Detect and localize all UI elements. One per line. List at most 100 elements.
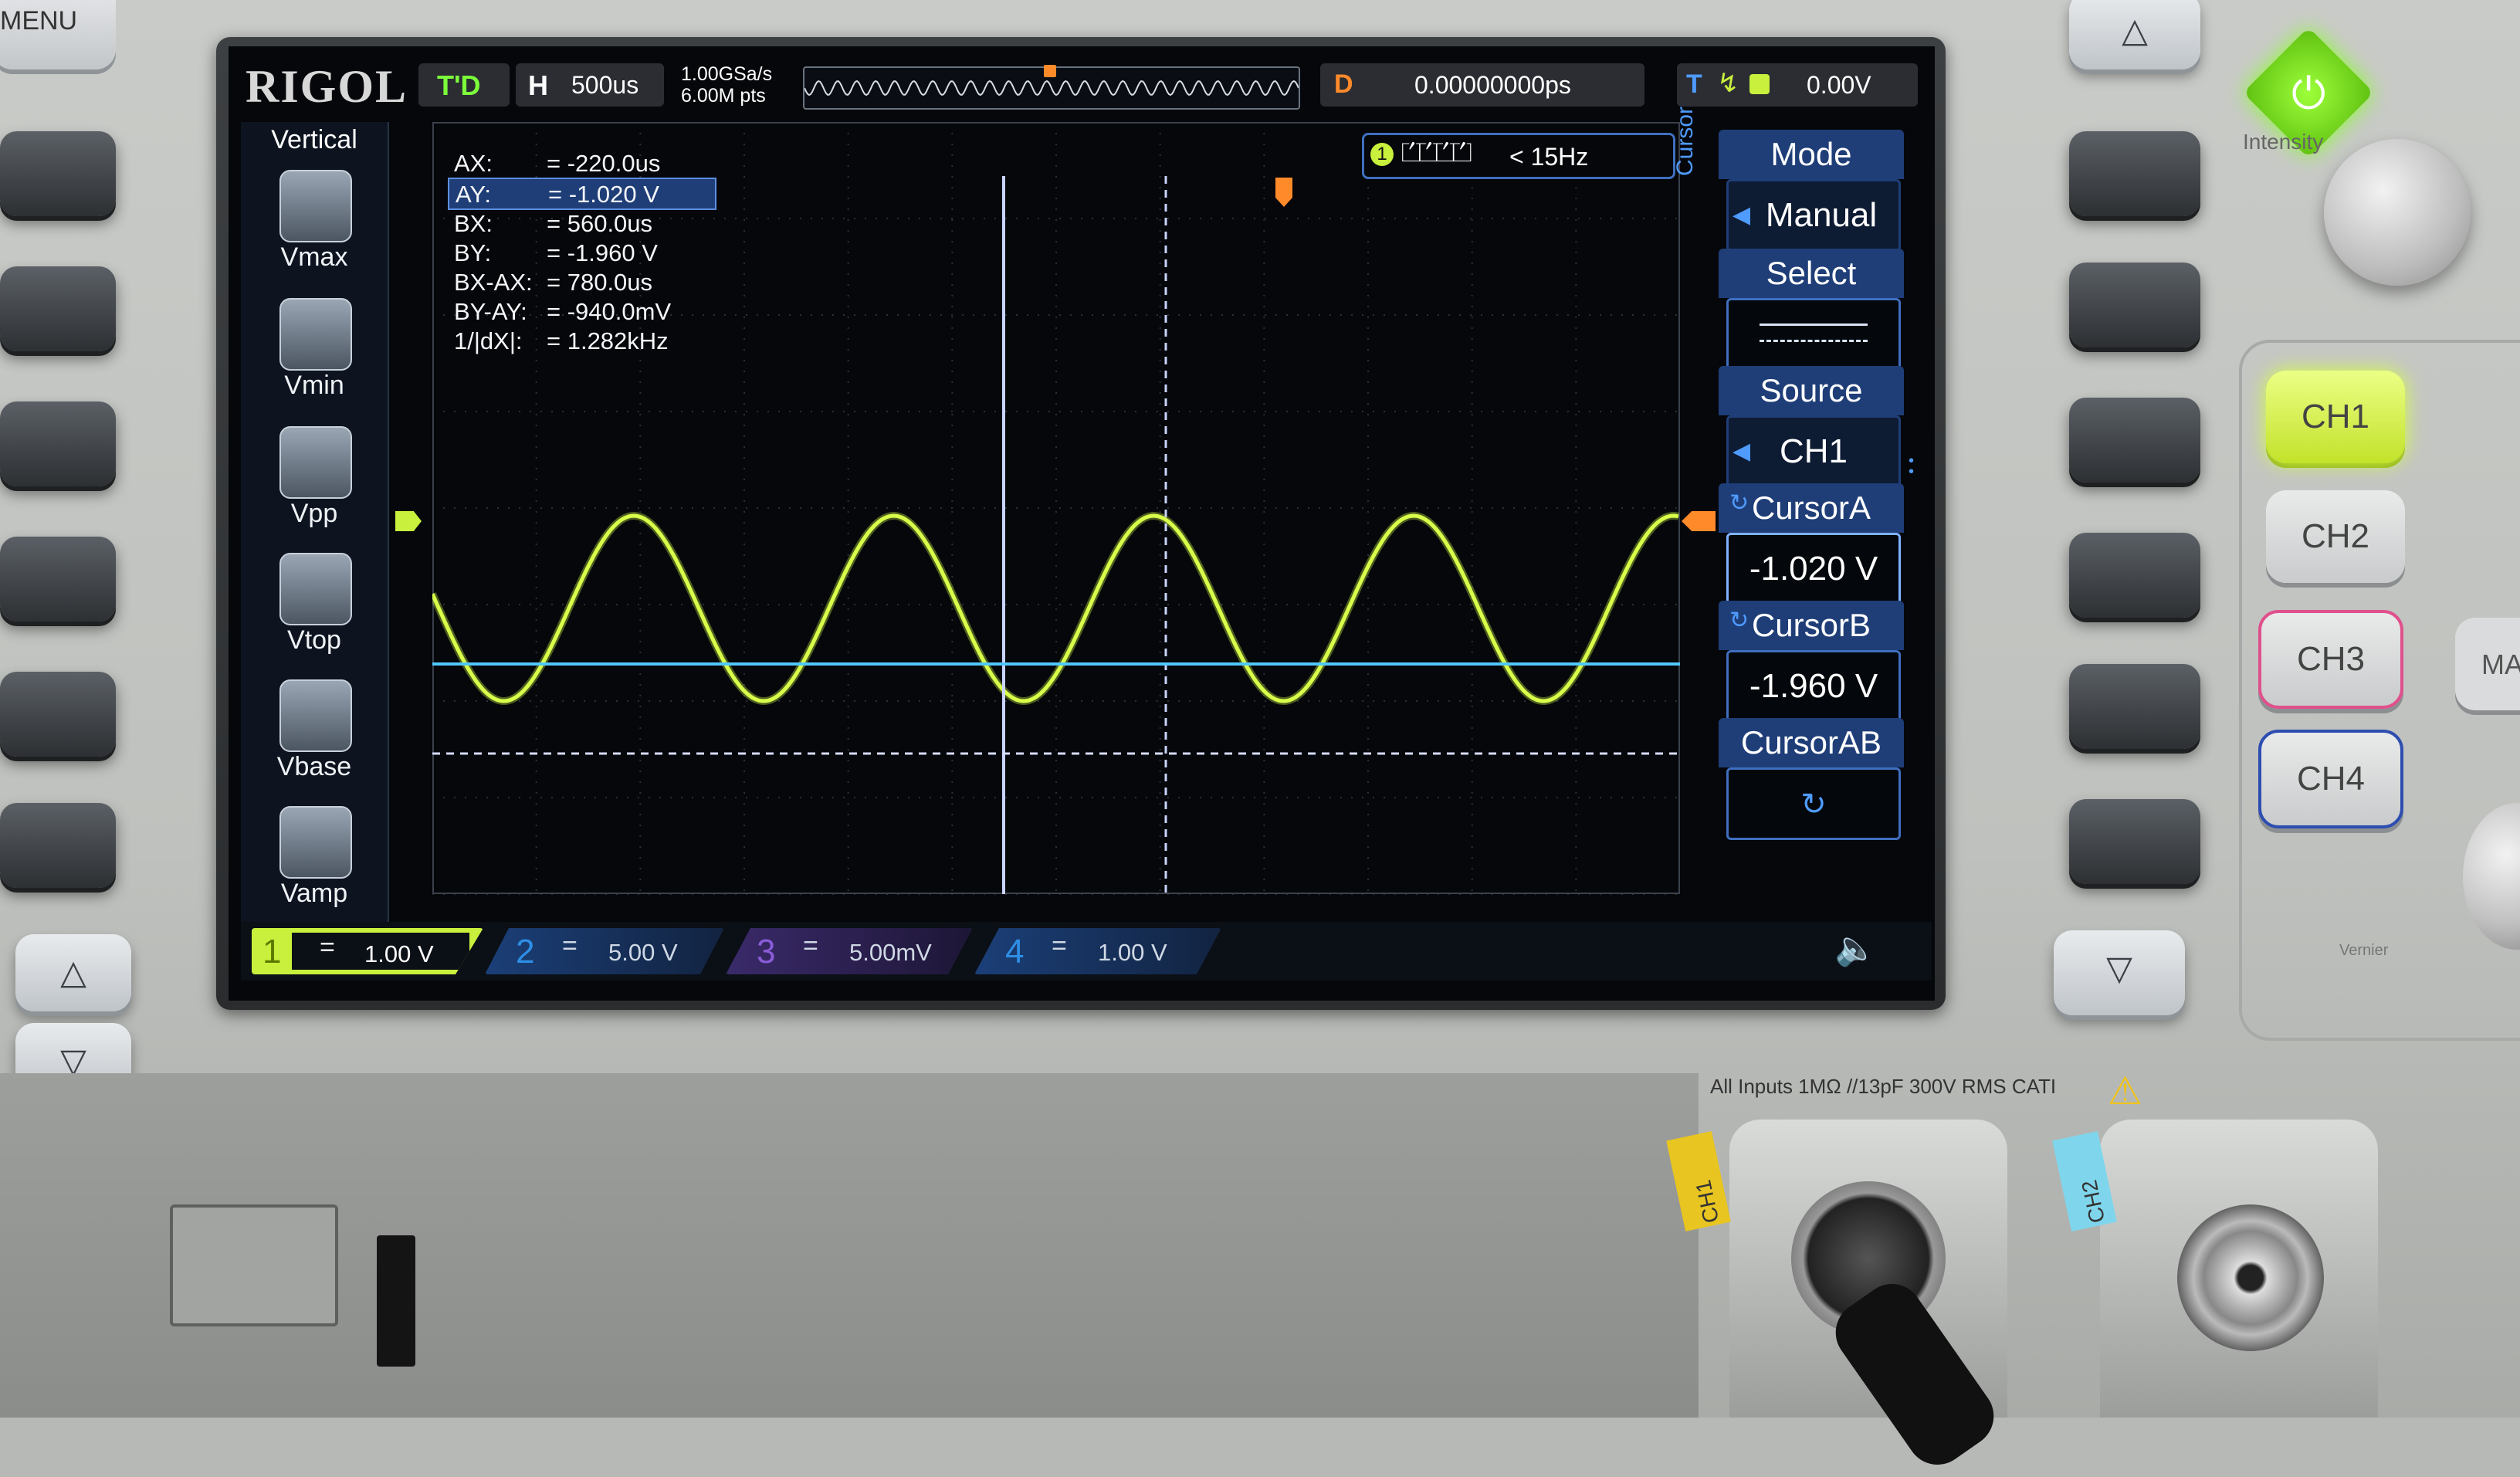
right-softkey-5[interactable] (2069, 664, 2200, 749)
vertical-menu: Vertical Vmax Vmin Vpp Vtop Vbase Vamp (241, 122, 389, 940)
menu-label: MENU (0, 6, 78, 36)
readout-row-bx-ax: BX-AX: = 780.0us (454, 269, 653, 296)
mode-menu-item[interactable]: Mode ◀ Manual (1719, 130, 1904, 252)
freq-channel-icon: 1 (1370, 143, 1394, 166)
ch2-bnc-connector[interactable] (2177, 1204, 2324, 1351)
menu-scroll-indicator: • • (1909, 452, 1915, 480)
ch3-button[interactable]: CH3 (2258, 610, 2403, 709)
cursor-ab-menu-item[interactable]: CursorAB ↻ (1719, 718, 1904, 840)
sample-rate: 1.00GSa/s (681, 63, 773, 85)
vamp-icon (279, 806, 352, 879)
ch2-label: CH2 (2301, 517, 2370, 555)
trigger-indicator: T ↯ 0.00V (1677, 63, 1918, 107)
left-up-button[interactable]: △ (15, 934, 131, 1011)
select-title: Select (1719, 249, 1904, 298)
oscilloscope-screen: RIGOL T'D H 500us 1.00GSa/s 6.00M pts D … (229, 46, 1935, 1001)
left-softkey-6[interactable] (0, 803, 116, 888)
right-softkey-1[interactable] (2069, 131, 2200, 216)
source-title: Source (1719, 366, 1904, 415)
rotate-knob-icon: ↻ (1729, 608, 1749, 633)
cursor-ab-title: CursorAB (1719, 718, 1904, 767)
measure-vtop[interactable]: Vtop (249, 548, 380, 672)
vmin-icon (279, 298, 352, 371)
memory-depth: 6.00M pts (681, 85, 766, 107)
rotate-knob-icon: ↻ (1729, 490, 1749, 516)
left-softkey-4[interactable] (0, 537, 116, 622)
timebase-indicator: H 500us (516, 63, 664, 107)
delay-indicator: D 0.00000000ps (1320, 63, 1644, 107)
cursor-a-value[interactable]: ↻ -1.020 V (1726, 490, 1901, 605)
measure-vmax[interactable]: Vmax (249, 165, 380, 289)
cursor-b-menu-item[interactable]: CursorB ↻ -1.960 V (1719, 601, 1904, 723)
measure-vmin[interactable]: Vmin (249, 293, 380, 417)
run-state-badge: T'D (418, 63, 510, 107)
math-button-partial[interactable]: MA (2455, 618, 2520, 710)
trigger-edge-icon: ↯ (1717, 69, 1739, 98)
cursor-b-value[interactable]: ↻ -1.960 V (1726, 608, 1901, 723)
frequency-counter: 1 ⏍⏍⏍⏍ < 15Hz (1362, 133, 1675, 179)
readout-row-inv-dx: 1/|dX|: = 1.282kHz (454, 327, 669, 354)
cursor-readout: AX: = -220.0us AY: = -1.020 V BX: = 560.… (448, 150, 726, 374)
measure-vamp[interactable]: Vamp (249, 801, 380, 925)
measure-vpp[interactable]: Vpp (249, 422, 380, 545)
mute-speaker-icon[interactable]: 🔈 (1834, 928, 1877, 968)
readout-row-by-ay: BY-AY: = -940.0mV (454, 298, 672, 325)
readout-row-bx: BX: = 560.0us (454, 210, 653, 237)
readout-row-by: BY: = -1.960 V (454, 239, 658, 266)
ch3-scale-tag[interactable]: 3 = 5.00mV (726, 928, 973, 974)
vmax-icon (279, 170, 352, 242)
vtop-icon (279, 553, 352, 625)
ch3-label: CH3 (2296, 640, 2366, 678)
select-menu-item[interactable]: Select (1719, 249, 1904, 371)
mode-title: Mode (1719, 130, 1904, 179)
vernier-label: Vernier (2339, 942, 2389, 959)
math-label: MA (2481, 649, 2520, 680)
vpp-icon (279, 426, 352, 499)
cursor-menu-side-label: Cursor (1672, 106, 1698, 176)
trigger-source-icon (1749, 74, 1770, 94)
readout-row-ax: AX: = -220.0us (454, 150, 661, 177)
inputs-warning-label: All Inputs 1MΩ //13pF 300V RMS CATI (1710, 1075, 2057, 1098)
warning-icon: ⚠ (2108, 1069, 2142, 1113)
right-softkey-4[interactable] (2069, 533, 2200, 618)
ch1-label: CH1 (2301, 398, 2370, 435)
left-softkey-3[interactable] (0, 401, 116, 486)
trigger-position-marker (1275, 178, 1292, 207)
intensity-knob[interactable] (2324, 139, 2471, 286)
rigol-logo: RIGOL (246, 61, 408, 112)
left-softkey-5[interactable] (0, 672, 116, 757)
usb-port[interactable] (377, 1235, 415, 1367)
readout-row-ay: AY: = -1.020 V (448, 178, 716, 210)
vertical-menu-title: Vertical (271, 125, 357, 154)
up-arrow-icon: △ (60, 954, 86, 991)
ch4-button[interactable]: CH4 (2258, 730, 2403, 828)
up-arrow-icon: △ (2122, 12, 2148, 49)
right-softkey-3[interactable] (2069, 398, 2200, 483)
ch4-scale-tag[interactable]: 4 = 1.00 V (974, 928, 1221, 974)
left-arrow-icon: ◀ (1732, 202, 1751, 228)
usb-area (170, 1204, 338, 1326)
ch2-scale-tag[interactable]: 2 = 5.00 V (485, 928, 724, 974)
power-icon: ⏻ (2291, 69, 2326, 117)
vbase-icon (279, 679, 352, 752)
intensity-label: Intensity (2243, 130, 2324, 154)
select-line-icon (1726, 298, 1901, 371)
menu-button[interactable]: MENU (0, 0, 116, 69)
down-arrow-icon: ▽ (2106, 950, 2132, 987)
right-up-button[interactable]: △ (2069, 0, 2200, 69)
overview-trigger-marker (1044, 65, 1056, 77)
measure-vbase[interactable]: Vbase (249, 675, 380, 798)
right-softkey-2[interactable] (2069, 263, 2200, 347)
ch2-button[interactable]: CH2 (2266, 490, 2405, 583)
ch1-button[interactable]: CH1 (2266, 371, 2405, 463)
right-down-button[interactable]: ▽ (2054, 930, 2185, 1015)
mode-value[interactable]: ◀ Manual (1726, 179, 1901, 252)
square-wave-icon: ⏍⏍⏍⏍ (1401, 138, 1472, 168)
right-softkey-6[interactable] (2069, 799, 2200, 884)
rotate-knob-icon: ↻ (1800, 788, 1827, 821)
ch4-label: CH4 (2296, 760, 2366, 798)
cursor-ab-value[interactable]: ↻ (1726, 767, 1901, 840)
left-softkey-2[interactable] (0, 266, 116, 351)
source-value[interactable]: ◀ CH1 (1726, 415, 1901, 488)
left-softkey-1[interactable] (0, 131, 116, 216)
